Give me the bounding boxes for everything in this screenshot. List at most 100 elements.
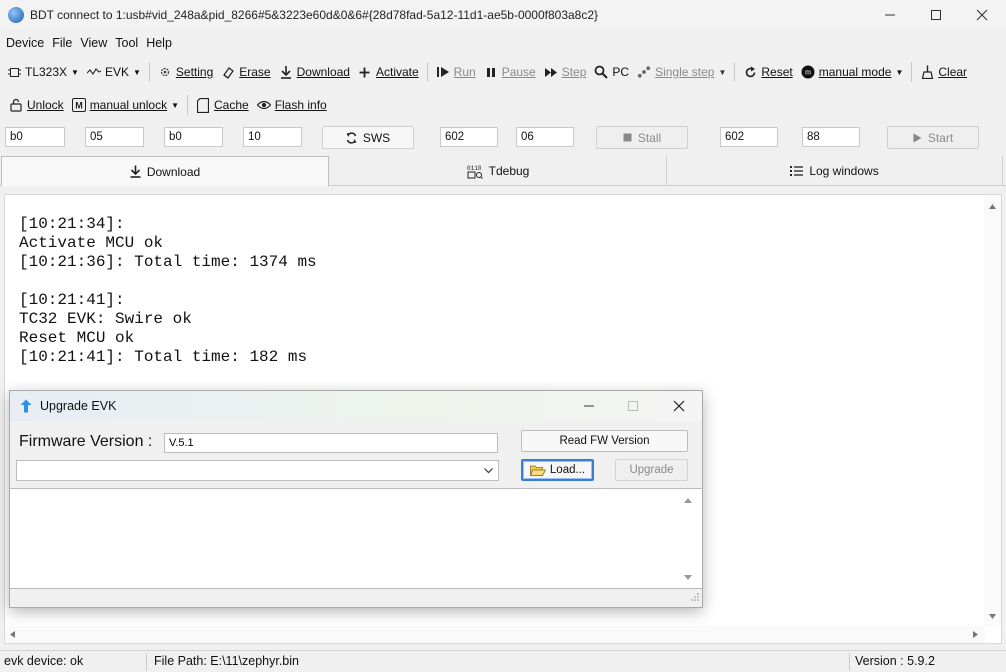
m-box-icon: M: [71, 98, 86, 112]
svg-text:M: M: [75, 101, 83, 111]
maximize-icon: [628, 401, 638, 411]
clear-button[interactable]: Clear: [916, 60, 971, 84]
tab-log-windows[interactable]: Log windows: [667, 156, 1003, 186]
svg-text:0110: 0110: [467, 165, 482, 172]
dialog-title: Upgrade EVK: [40, 399, 117, 413]
title-bar: BDT connect to 1:usb#vid_248a&pid_8266#5…: [0, 0, 1006, 30]
status-divider: [146, 653, 147, 671]
dialog-minimize-button[interactable]: [566, 391, 612, 421]
sws-button[interactable]: SWS: [322, 126, 414, 149]
plus-icon: [358, 65, 372, 79]
setting-label: Setting: [175, 65, 214, 79]
dialog-close-button[interactable]: [656, 391, 702, 421]
single-step-select[interactable]: Single step ▼: [633, 60, 730, 84]
parameter-row: SWS Stall Start: [0, 126, 1006, 150]
param-input-5[interactable]: [440, 127, 498, 147]
evk-label: EVK: [104, 65, 129, 79]
upgrade-output-area[interactable]: [10, 488, 702, 589]
pc-button[interactable]: PC: [590, 60, 633, 84]
sd-card-icon: [196, 97, 210, 113]
eye-icon: [256, 98, 271, 112]
erase-button[interactable]: Erase: [217, 60, 274, 84]
download-button[interactable]: Download: [275, 60, 354, 84]
cache-button[interactable]: Cache: [192, 93, 253, 117]
mode-label: manual mode: [818, 65, 892, 79]
run-button[interactable]: Run: [432, 60, 480, 84]
horizontal-scrollbar[interactable]: [5, 626, 985, 643]
steps-icon: [637, 65, 651, 79]
mode-select[interactable]: m manual mode ▼: [797, 60, 908, 84]
scroll-arrows-icon: [684, 498, 692, 580]
sync-icon: [346, 131, 357, 144]
flash-info-label: Flash info: [274, 98, 327, 112]
single-step-label: Single step: [655, 65, 715, 79]
maximize-button[interactable]: [913, 0, 959, 30]
dialog-vertical-scrollbar[interactable]: [682, 493, 694, 585]
manual-unlock-select[interactable]: M manual unlock ▼: [68, 93, 183, 117]
menu-view[interactable]: View: [80, 36, 107, 50]
pause-icon: [484, 65, 498, 79]
chevron-down-icon: ▼: [895, 67, 904, 77]
dialog-maximize-button[interactable]: [610, 391, 656, 421]
param-input-8[interactable]: [802, 127, 860, 147]
close-button[interactable]: [959, 0, 1005, 30]
start-button[interactable]: Start: [887, 126, 979, 149]
minimize-button[interactable]: [867, 0, 913, 30]
param-input-4[interactable]: [243, 127, 302, 147]
cache-label: Cache: [214, 98, 249, 112]
chip-select[interactable]: TL323X ▼: [3, 60, 83, 84]
tab-download[interactable]: Download: [1, 156, 329, 186]
param-input-3[interactable]: [164, 127, 223, 147]
flash-info-button[interactable]: Flash info: [253, 93, 331, 117]
binary-icon: 0110: [467, 164, 483, 179]
pause-button[interactable]: Pause: [480, 60, 540, 84]
reset-button[interactable]: Reset: [739, 60, 796, 84]
activate-button[interactable]: Activate: [354, 60, 423, 84]
window-title: BDT connect to 1:usb#vid_248a&pid_8266#5…: [30, 8, 599, 22]
list-icon: [790, 165, 804, 177]
toolbar-divider: [187, 95, 188, 115]
open-folder-icon: [529, 464, 546, 477]
param-input-2[interactable]: [85, 127, 144, 147]
chip-label: TL323X: [25, 65, 68, 79]
status-bar: evk device: ok File Path: E:\11\zephyr.b…: [0, 650, 1006, 672]
tab-tdebug[interactable]: 0110 Tdebug: [330, 156, 667, 186]
evk-select[interactable]: EVK ▼: [83, 60, 145, 84]
chevron-down-icon: ▼: [71, 67, 79, 77]
tab-tdebug-label: Tdebug: [488, 164, 530, 178]
upgrade-evk-dialog: Upgrade EVK Firmware Version : Read FW V…: [9, 390, 703, 608]
chevron-down-icon: [483, 465, 494, 479]
manual-unlock-label: manual unlock: [89, 98, 168, 112]
tab-download-label: Download: [146, 164, 201, 179]
stall-button[interactable]: Stall: [596, 126, 688, 149]
minimize-icon: [885, 14, 895, 16]
param-input-6[interactable]: [516, 127, 574, 147]
search-icon: [594, 65, 609, 79]
load-label: Load...: [549, 464, 586, 476]
vertical-scrollbar[interactable]: [984, 195, 1001, 627]
menu-tool[interactable]: Tool: [115, 36, 138, 50]
param-input-7[interactable]: [720, 127, 778, 147]
menu-help[interactable]: Help: [146, 36, 172, 50]
setting-button[interactable]: Setting: [154, 60, 217, 84]
read-fw-version-button[interactable]: Read FW Version: [521, 430, 688, 452]
run-label: Run: [453, 65, 476, 79]
step-button[interactable]: Step: [540, 60, 591, 84]
firmware-version-input[interactable]: [164, 433, 498, 453]
menu-device[interactable]: Device: [6, 36, 44, 50]
param-input-1[interactable]: [5, 127, 65, 147]
download-icon: [130, 165, 141, 178]
reset-label: Reset: [761, 65, 793, 79]
pause-label: Pause: [501, 65, 536, 79]
resize-grip-icon[interactable]: [691, 590, 699, 604]
download-label: Download: [296, 65, 350, 79]
toolbar-divider: [426, 62, 428, 82]
load-button[interactable]: Load...: [521, 459, 594, 481]
firmware-file-select[interactable]: [16, 460, 499, 481]
close-icon: [673, 400, 685, 412]
maximize-icon: [931, 10, 941, 20]
chevron-down-icon: ▼: [718, 67, 727, 77]
upgrade-button[interactable]: Upgrade: [615, 459, 688, 481]
unlock-button[interactable]: Unlock: [5, 93, 68, 117]
menu-file[interactable]: File: [52, 36, 72, 50]
